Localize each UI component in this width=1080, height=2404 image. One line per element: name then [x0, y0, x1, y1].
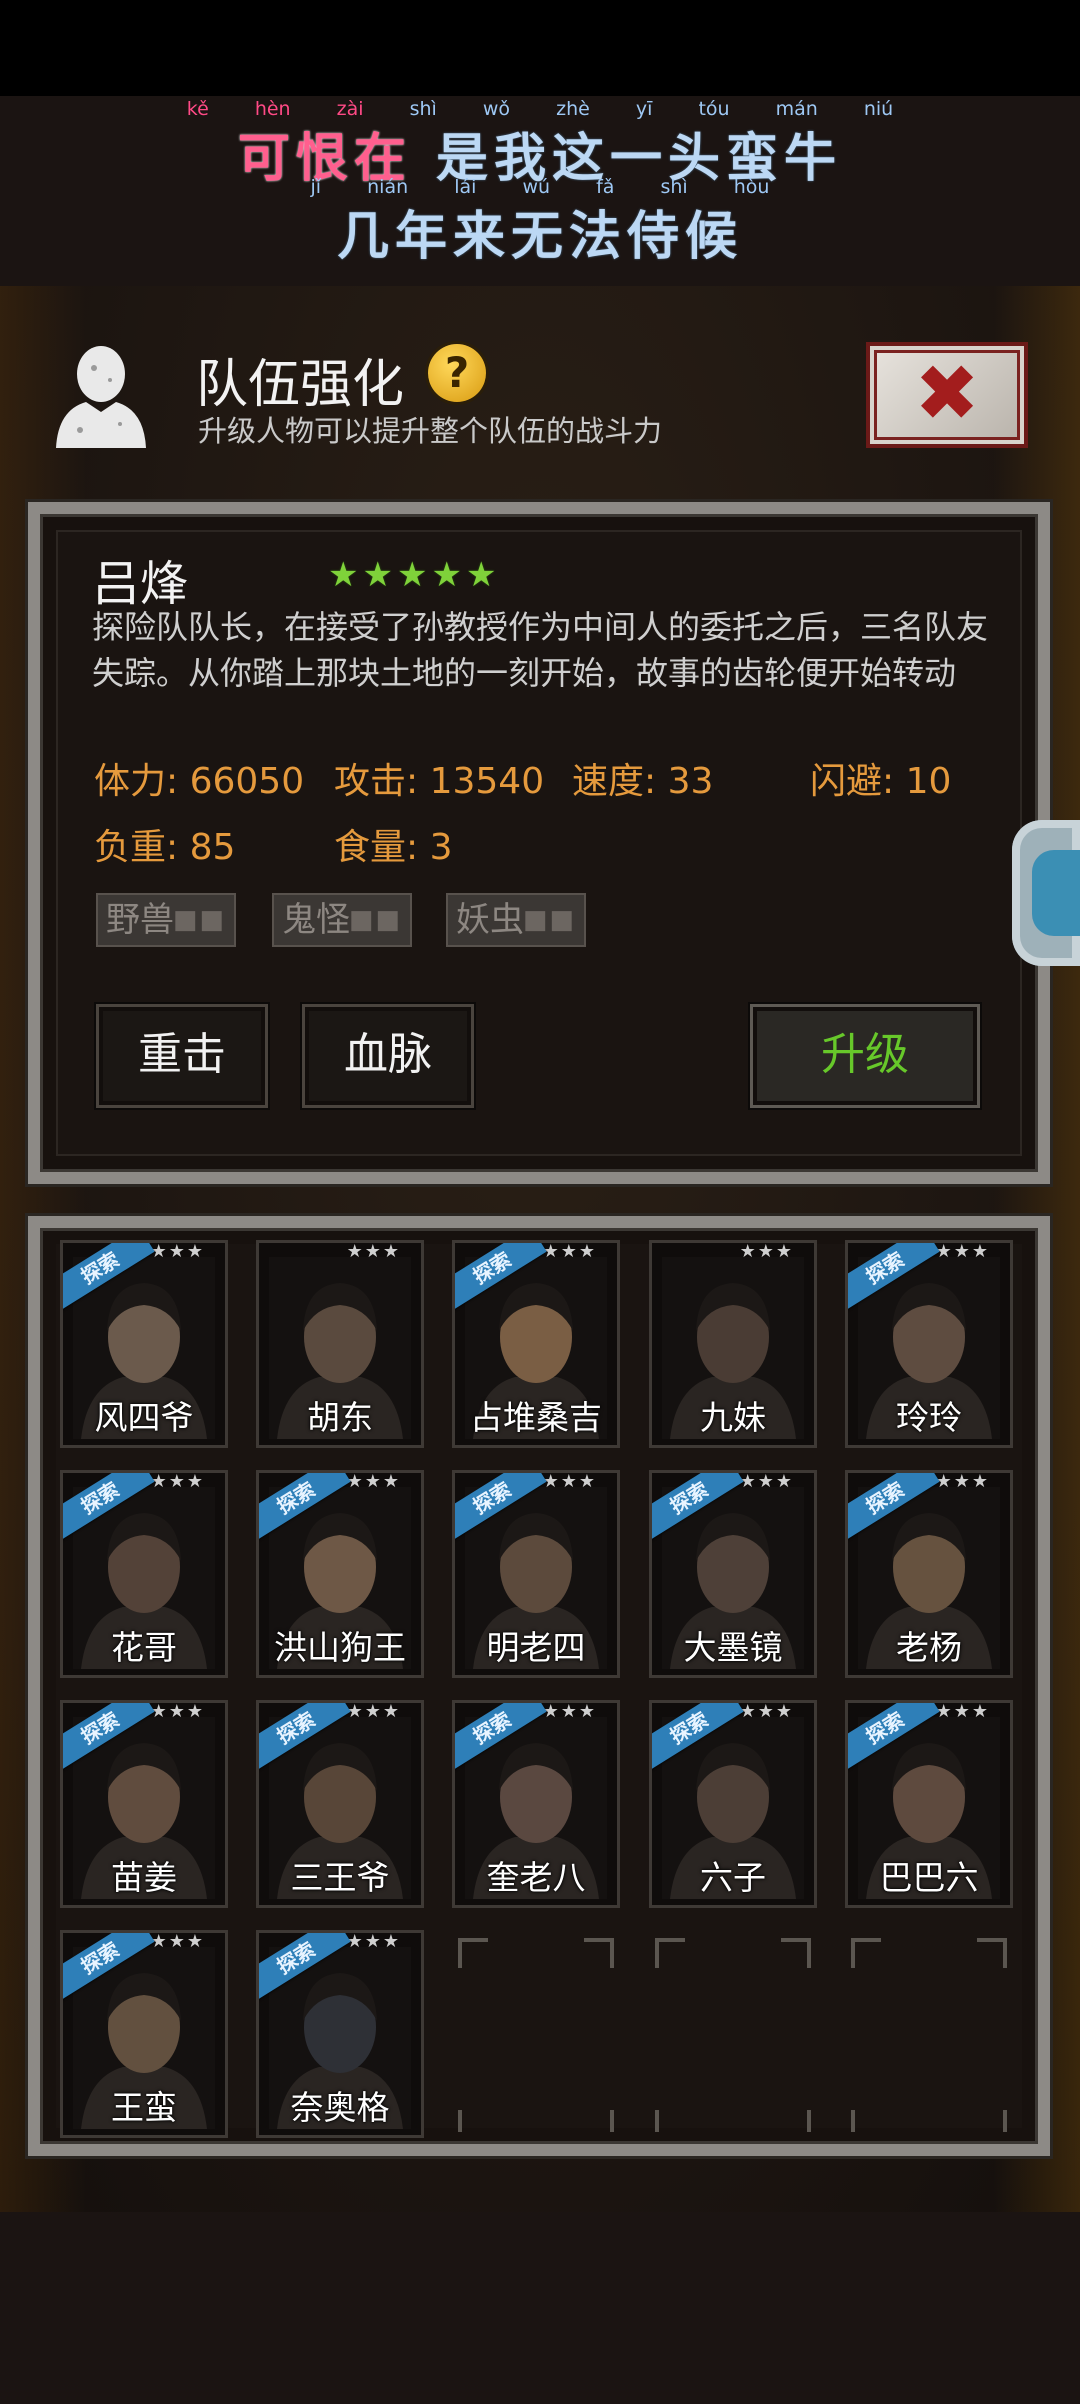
- roster-card[interactable]: ★★★ 探索 占堆桑吉: [452, 1240, 620, 1448]
- character-name: 胡东: [307, 1398, 373, 1437]
- panel-title: 队伍强化: [196, 355, 405, 415]
- roster-card[interactable]: ★★★ 探索 花哥: [60, 1470, 228, 1678]
- character-name: 九妹: [700, 1398, 766, 1437]
- star-icon: ★: [465, 555, 497, 595]
- character-name: 三王爷: [290, 1858, 390, 1897]
- roster-card[interactable]: ★★★ 探索 大墨镜: [649, 1470, 817, 1678]
- card-star-rating: ★★★: [935, 1471, 990, 1492]
- stat-attack: 攻击: 13540: [334, 761, 545, 802]
- hero-description: 探险队队长，在接受了孙教授作为中间人的委托之后，三名队友失踪。从你踏上那块土地的…: [92, 608, 989, 692]
- card-star-rating: ★★★: [739, 1471, 794, 1492]
- roster-card[interactable]: ★★★ 探索 六子: [649, 1700, 817, 1908]
- character-name: 花哥: [111, 1628, 177, 1667]
- character-name: 六子: [700, 1858, 766, 1897]
- wave-icon: [1032, 850, 1080, 936]
- tag-label: 鬼怪: [282, 900, 350, 940]
- card-star-rating: ★★★: [346, 1931, 401, 1952]
- lyrics-overlay: kě hèn zài shì wǒ zhè yī tóu mán niú 可恨在…: [0, 96, 1080, 286]
- tag-label: 野兽: [106, 900, 174, 940]
- stat-dodge: 闪避: 10: [810, 761, 952, 802]
- heavy-strike-button[interactable]: 重击: [96, 1004, 268, 1108]
- slot-frame-bottom: [655, 2110, 811, 2132]
- tag-label: 妖虫: [456, 900, 524, 940]
- card-star-rating: ★★★: [542, 1701, 597, 1722]
- roster-card[interactable]: ★★★ 探索 老杨: [845, 1470, 1013, 1678]
- roster-card[interactable]: ★★★ 探索 苗姜: [60, 1700, 228, 1908]
- card-star-rating: ★★★: [150, 1471, 205, 1492]
- upgrade-button[interactable]: 升级: [750, 1004, 980, 1108]
- tag-level-dots: ■■: [522, 905, 576, 935]
- character-name: 玲玲: [896, 1398, 962, 1437]
- empty-roster-slot: [845, 1930, 1013, 2138]
- empty-roster-slot: [649, 1930, 817, 2138]
- tag-level-dots: ■■: [348, 905, 402, 935]
- tag-insect: 妖虫 ■■: [446, 893, 586, 947]
- character-name: 奈奥格: [290, 2088, 390, 2127]
- help-icon[interactable]: ?: [428, 344, 486, 402]
- character-name: 奎老八: [486, 1858, 586, 1897]
- hero-star-rating: ★ ★ ★ ★ ★: [328, 558, 496, 592]
- character-name: 王蛮: [111, 2088, 177, 2127]
- card-star-rating: ★★★: [739, 1701, 794, 1722]
- bloodline-button[interactable]: 血脉: [302, 1004, 474, 1108]
- lyric-line-2: 几年来无法侍候: [336, 206, 743, 267]
- slot-frame-bottom: [851, 2110, 1007, 2132]
- roster-card[interactable]: ★★★ 探索 明老四: [452, 1470, 620, 1678]
- tag-ghost: 鬼怪 ■■: [272, 893, 412, 947]
- roster-card[interactable]: ★★★ 探索 王蛮: [60, 1930, 228, 2138]
- tag-level-dots: ■■: [172, 905, 226, 935]
- slot-frame-bottom: [458, 2110, 614, 2132]
- card-star-rating: ★★★: [542, 1241, 597, 1262]
- tag-beast: 野兽 ■■: [96, 893, 236, 947]
- stat-food: 食量: 3: [334, 827, 453, 868]
- roster-card[interactable]: ★★★ 探索 三王爷: [256, 1700, 424, 1908]
- roster-card[interactable]: ★★★ 探索 奎老八: [452, 1700, 620, 1908]
- card-star-rating: ★★★: [346, 1471, 401, 1492]
- character-name: 老杨: [896, 1628, 962, 1667]
- roster-card[interactable]: ★★★ 探索 巴巴六: [845, 1700, 1013, 1908]
- roster-card[interactable]: ★★★ 九妹: [649, 1240, 817, 1448]
- floating-side-tab[interactable]: [1012, 820, 1080, 966]
- roster-card[interactable]: ★★★ 探索 风四爷: [60, 1240, 228, 1448]
- character-name: 苗姜: [111, 1858, 177, 1897]
- character-name: 洪山狗王: [274, 1628, 406, 1667]
- character-name: 巴巴六: [879, 1858, 979, 1897]
- card-star-rating: ★★★: [739, 1241, 794, 1262]
- card-star-rating: ★★★: [346, 1701, 401, 1722]
- empty-roster-slot: [452, 1930, 620, 2138]
- panel-subtitle: 升级人物可以提升整个队伍的战斗力: [198, 414, 663, 448]
- roster-card[interactable]: ★★★ 胡东: [256, 1240, 424, 1448]
- roster-card[interactable]: ★★★ 探索 玲玲: [845, 1240, 1013, 1448]
- roster-card[interactable]: ★★★ 探索 洪山狗王: [256, 1470, 424, 1678]
- card-star-rating: ★★★: [150, 1701, 205, 1722]
- card-star-rating: ★★★: [935, 1241, 990, 1262]
- status-bar: [0, 0, 1080, 96]
- star-icon: ★: [362, 555, 393, 595]
- team-avatar-icon: [56, 346, 146, 448]
- star-icon: ★: [396, 555, 428, 595]
- close-button[interactable]: ✖: [866, 342, 1028, 448]
- character-name: 占堆桑吉: [470, 1398, 602, 1437]
- character-name: 风四爷: [94, 1398, 194, 1437]
- card-star-rating: ★★★: [150, 1241, 205, 1262]
- close-icon: ✖: [914, 349, 980, 439]
- stat-speed: 速度: 33: [572, 761, 714, 802]
- card-star-rating: ★★★: [150, 1931, 205, 1952]
- star-icon: ★: [328, 555, 359, 595]
- stat-stamina: 体力: 66050: [94, 761, 305, 802]
- card-star-rating: ★★★: [346, 1241, 401, 1262]
- roster-card[interactable]: ★★★ 探索 奈奥格: [256, 1930, 424, 2138]
- card-star-rating: ★★★: [542, 1471, 597, 1492]
- character-name: 明老四: [486, 1628, 586, 1667]
- character-name: 大墨镜: [683, 1628, 783, 1667]
- card-star-rating: ★★★: [935, 1701, 990, 1722]
- star-icon: ★: [431, 555, 462, 595]
- stat-load: 负重: 85: [94, 827, 236, 868]
- bottom-blank-area: [0, 2212, 1080, 2404]
